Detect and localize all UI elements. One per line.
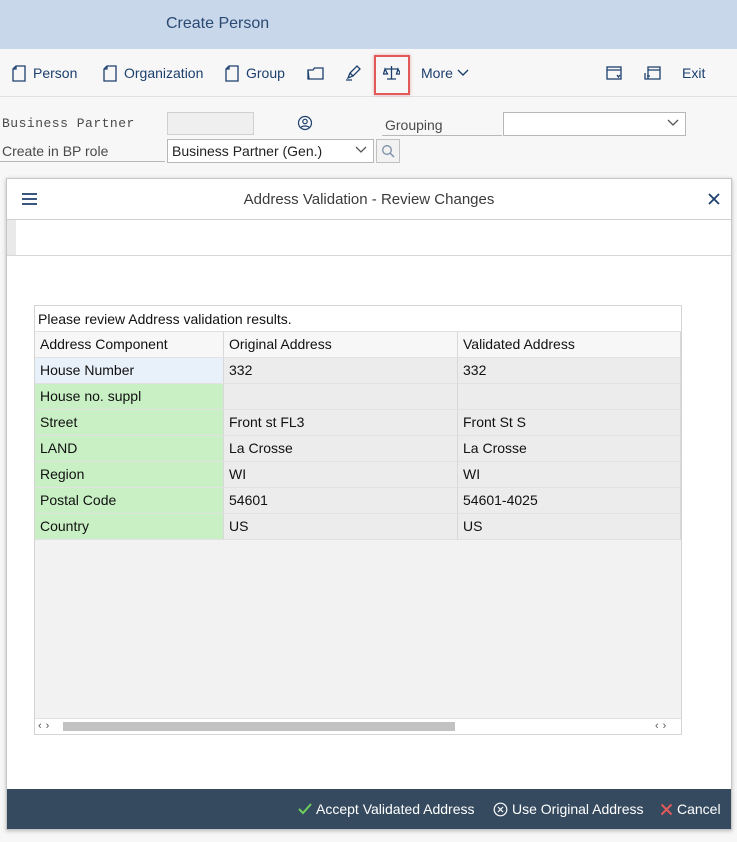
chevron-down-icon (457, 69, 469, 76)
grid-header-row: Address Component Original Address Validat… (35, 332, 681, 358)
component-cell[interactable]: Region (35, 462, 224, 488)
component-cell[interactable]: LAND (35, 436, 224, 462)
cancel-x-icon (660, 803, 673, 815)
person-button[interactable]: Person (12, 49, 77, 97)
validated-cell[interactable]: US (458, 514, 681, 540)
address-validation-dialog: Address Validation - Review Changes Plea… (6, 178, 732, 830)
exit-window-icon (644, 66, 661, 80)
scrollbar-thumb[interactable] (63, 722, 455, 731)
component-cell[interactable]: Street (35, 410, 224, 436)
page-title: Create Person (166, 15, 270, 32)
checkmark-icon (298, 803, 312, 815)
bp-role-value: Business Partner (Gen.) (172, 143, 323, 159)
original-cell[interactable]: US (224, 514, 458, 540)
edit-button[interactable] (345, 49, 362, 97)
value-help-button[interactable] (376, 139, 400, 163)
chevron-down-icon (355, 146, 367, 153)
person-circle-icon[interactable] (297, 115, 313, 131)
scroll-arrows-right[interactable]: ‹› (655, 720, 670, 732)
validated-cell[interactable]: WI (458, 462, 681, 488)
validated-cell[interactable] (458, 384, 681, 410)
exit-button[interactable]: Exit (682, 49, 705, 97)
more-label: More (421, 65, 453, 81)
business-partner-label: Business Partner (2, 116, 135, 131)
original-cell[interactable]: 332 (224, 358, 458, 384)
use-original-button[interactable]: Use Original Address (493, 789, 644, 829)
search-icon (382, 145, 395, 158)
column-header[interactable]: Validated Address (458, 332, 681, 358)
column-header[interactable]: Original Address (224, 332, 458, 358)
circle-close-icon (493, 802, 508, 816)
validated-cell[interactable]: 54601-4025 (458, 488, 681, 514)
business-partner-input[interactable] (167, 112, 254, 135)
person-label: Person (33, 65, 78, 81)
divider (7, 255, 731, 256)
table-row[interactable]: House no. suppl (35, 384, 681, 410)
highlight-box (374, 55, 410, 95)
new-window-button[interactable] (644, 49, 661, 97)
dialog-header: Address Validation - Review Changes (7, 179, 731, 220)
component-cell[interactable]: Postal Code (35, 488, 224, 514)
original-cell[interactable]: WI (224, 462, 458, 488)
accept-validated-button[interactable]: Accept Validated Address (298, 789, 475, 829)
column-header[interactable]: Address Component (35, 332, 224, 358)
dialog-side-strip (7, 220, 16, 255)
group-button[interactable]: Group (225, 49, 285, 97)
title-bar: Create Person (0, 0, 737, 49)
new-document-icon (12, 64, 26, 82)
open-folder-icon (307, 66, 324, 80)
close-icon[interactable] (707, 192, 721, 206)
chevron-down-icon (667, 119, 679, 126)
new-document-icon (225, 64, 239, 82)
original-cell[interactable]: La Crosse (224, 436, 458, 462)
accept-validated-label: Accept Validated Address (316, 801, 475, 817)
settings-window-button[interactable] (606, 49, 623, 97)
organization-label: Organization (124, 65, 204, 81)
grid-caption: Please review Address validation results… (35, 306, 681, 332)
table-row[interactable]: Postal Code 54601 54601-4025 (35, 488, 681, 514)
original-cell[interactable]: 54601 (224, 488, 458, 514)
table-row[interactable]: House Number 332 332 (35, 358, 681, 384)
new-document-icon (103, 64, 117, 82)
bp-role-dropdown[interactable]: Business Partner (Gen.) (167, 139, 374, 163)
dialog-footer: Accept Validated Address Use Original Ad… (7, 789, 731, 829)
original-cell[interactable] (224, 384, 458, 410)
more-menu-button[interactable]: More (421, 49, 469, 97)
validated-cell[interactable]: Front St S (458, 410, 681, 436)
organization-button[interactable]: Organization (103, 49, 203, 97)
component-cell[interactable]: House no. suppl (35, 384, 224, 410)
horizontal-scrollbar[interactable]: ‹› ‹› (35, 718, 681, 734)
component-cell[interactable]: Country (35, 514, 224, 540)
search-form: Business Partner Grouping Create in BP r… (0, 98, 737, 178)
use-original-label: Use Original Address (512, 801, 644, 817)
validated-cell[interactable]: La Crosse (458, 436, 681, 462)
exit-label: Exit (682, 65, 706, 81)
open-button[interactable] (307, 49, 324, 97)
table-row[interactable]: Country US US (35, 514, 681, 540)
group-label: Group (246, 65, 285, 81)
edit-pencil-icon (346, 65, 361, 81)
grouping-dropdown[interactable] (503, 112, 686, 136)
component-cell[interactable]: House Number (35, 358, 224, 384)
grouping-underline (382, 112, 502, 136)
original-cell[interactable]: Front st FL3 (224, 410, 458, 436)
toolbar: Person Organization Group More Exit (0, 49, 737, 97)
validation-grid: Please review Address validation results… (34, 305, 682, 735)
cancel-label: Cancel (677, 801, 721, 817)
cancel-button[interactable]: Cancel (660, 789, 721, 829)
table-row[interactable]: Street Front st FL3 Front St S (35, 410, 681, 436)
dialog-title: Address Validation - Review Changes (243, 191, 495, 208)
table-row[interactable]: LAND La Crosse La Crosse (35, 436, 681, 462)
bp-role-underline (0, 138, 165, 162)
validated-cell[interactable]: 332 (458, 358, 681, 384)
scroll-arrows-left[interactable]: ‹› (38, 720, 53, 732)
calendar-window-icon (606, 66, 622, 80)
table-row[interactable]: Region WI WI (35, 462, 681, 488)
